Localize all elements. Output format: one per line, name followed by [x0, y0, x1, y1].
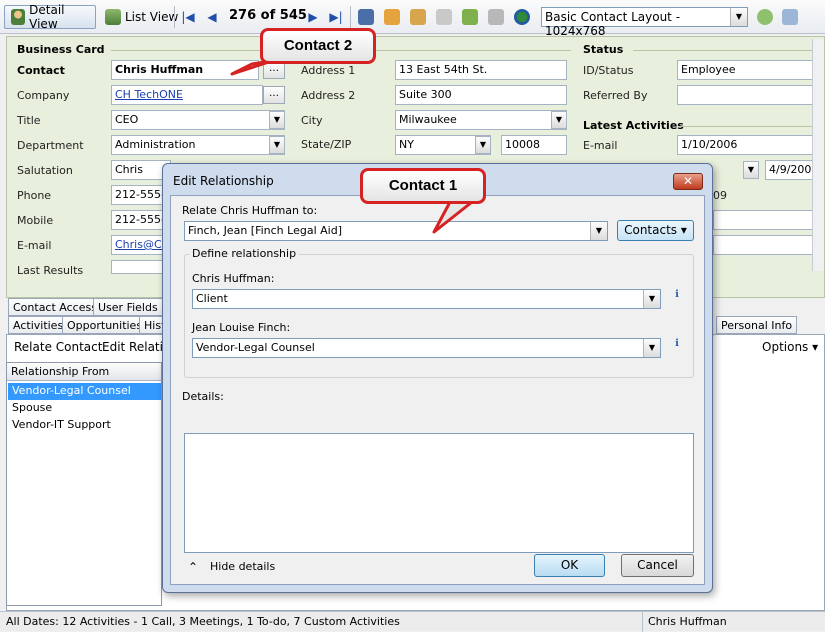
callout-pointers: [230, 59, 474, 234]
callout-pointer-contact1: [432, 200, 474, 234]
callout-contact1: Contact 1: [360, 168, 486, 204]
callout-contact2: Contact 2: [260, 28, 376, 64]
